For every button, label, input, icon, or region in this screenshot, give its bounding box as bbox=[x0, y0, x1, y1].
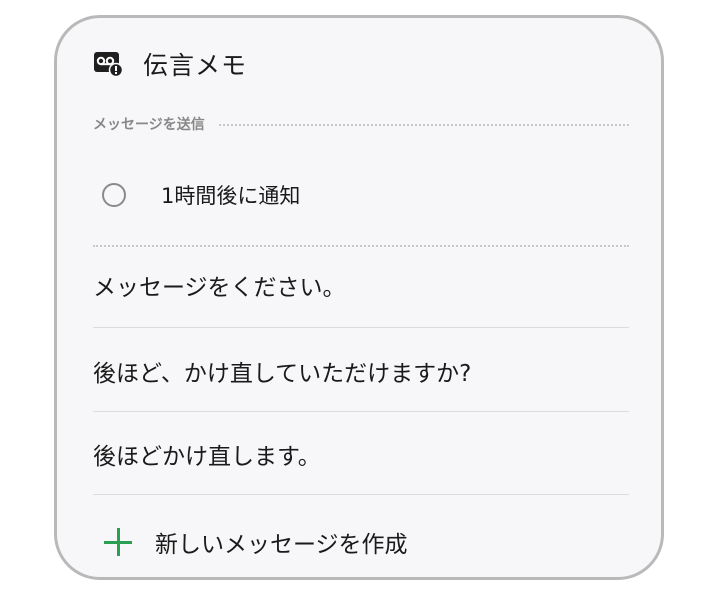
plus-icon bbox=[101, 525, 135, 559]
message-text: メッセージをください。 bbox=[93, 275, 346, 301]
message-card: 伝言メモ メッセージを送信 1時間後に通知 メッセージをください。 後ほど、かけ… bbox=[54, 15, 664, 580]
card-header: 伝言メモ bbox=[93, 46, 247, 82]
message-item[interactable]: 後ほど、かけ直していただけますか? bbox=[93, 341, 629, 401]
list-divider bbox=[93, 411, 629, 412]
message-item[interactable]: 後ほどかけ直します。 bbox=[93, 424, 629, 484]
list-divider bbox=[93, 327, 629, 328]
notify-radio[interactable] bbox=[102, 183, 126, 207]
section-label: メッセージを送信 bbox=[93, 117, 205, 133]
voicemail-icon bbox=[93, 49, 124, 79]
notify-option[interactable]: 1時間後に通知 bbox=[93, 170, 629, 220]
create-message-label: 新しいメッセージを作成 bbox=[155, 532, 408, 558]
notify-option-label: 1時間後に通知 bbox=[161, 184, 301, 208]
message-text: 後ほどかけ直します。 bbox=[93, 444, 321, 470]
list-divider bbox=[93, 494, 629, 495]
create-message-button[interactable]: 新しいメッセージを作成 bbox=[93, 516, 629, 568]
message-text: 後ほど、かけ直していただけますか? bbox=[93, 361, 472, 387]
dotted-divider bbox=[93, 245, 629, 247]
card-title: 伝言メモ bbox=[143, 51, 248, 80]
message-item[interactable]: メッセージをください。 bbox=[93, 255, 629, 315]
section-header: メッセージを送信 bbox=[93, 114, 629, 134]
section-divider bbox=[218, 124, 629, 126]
